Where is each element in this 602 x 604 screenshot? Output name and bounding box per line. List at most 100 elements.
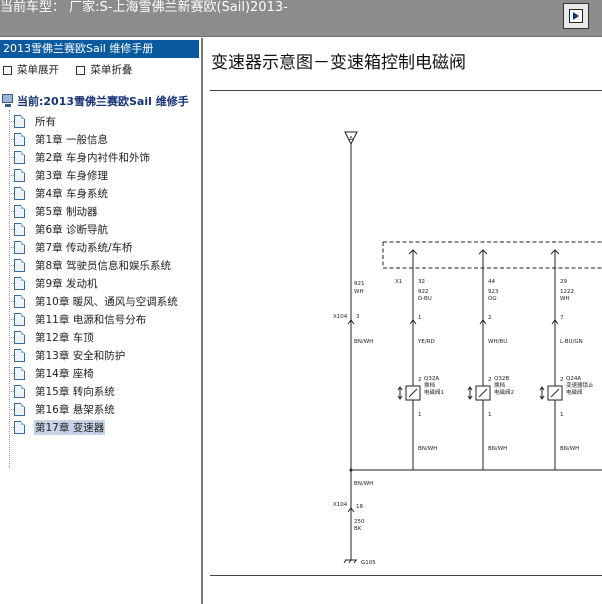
tree-item-label: 第9章 发动机: [35, 277, 98, 290]
tree-item[interactable]: 第8章 驾驶员信息和娱乐系统: [0, 256, 179, 274]
tree-item[interactable]: 第15章 转向系统: [0, 382, 179, 400]
connector-x104-label: X104: [333, 314, 348, 320]
page-title: 变速器示意图－变速箱控制电磁阀: [211, 53, 466, 73]
tree-item-label: 第10章 暖风、通风与空调系统: [35, 295, 178, 308]
document-icon: [14, 204, 25, 218]
branch-wire-color: D-BU: [418, 296, 432, 302]
ground-id-label: G105: [361, 560, 376, 566]
document-icon: [14, 114, 25, 128]
branch-connector: [408, 249, 418, 264]
tree-item[interactable]: 第3章 车身修理: [0, 166, 179, 184]
solenoid-description-2: 电磁阀2: [494, 388, 514, 396]
solenoid-description: 换档: [494, 381, 506, 389]
tree-root[interactable]: 当前:2013雪佛兰赛欧Sail 维修手: [2, 93, 189, 109]
tree-item[interactable]: 第13章 安全和防护: [0, 346, 179, 364]
tree-item-label: 第17章 变速器: [34, 419, 106, 435]
source-wire-number: 921: [354, 281, 365, 287]
x1-pin-label: 29: [560, 279, 567, 285]
solenoid-description-2: 电磁阀: [566, 388, 583, 396]
content-pane: 变速器示意图－变速箱控制电磁阀 A 921 WH X104 3 BN/WH X1 32 922 D…: [203, 38, 602, 604]
vehicle-model-title: 当前车型： 厂家:S-上海雪佛兰新赛欧(Sail)2013-: [0, 0, 288, 15]
tree-item[interactable]: 第7章 传动系统/车桥: [0, 238, 179, 256]
bottom-rule: [210, 575, 602, 576]
tree-item[interactable]: 第4章 车身系统: [0, 184, 179, 202]
menu-controls: 菜单展开 菜单折叠: [3, 62, 146, 77]
solenoid-id: Q24A: [566, 376, 581, 382]
document-icon: [14, 150, 25, 164]
branch-wire-number: 922: [418, 289, 429, 295]
solenoid-direction: [467, 386, 473, 400]
branch-wire-color: OG: [488, 296, 497, 302]
expand-menu-button[interactable]: 菜单展开: [3, 64, 59, 76]
ground-wire-color: BN/WH: [354, 481, 373, 487]
tree-item-label: 第11章 电源和信号分布: [35, 313, 147, 326]
tree-item[interactable]: 所有: [0, 112, 179, 130]
source-wire-color: WH: [354, 289, 364, 295]
branch-x104-pin: 7: [560, 315, 564, 321]
branch-wire-label: L-BU/GN: [560, 339, 583, 345]
solenoid-bottom-pin: 1: [560, 412, 564, 418]
document-icon: [14, 240, 25, 254]
wiring-diagram: A921WHX104 3BN/WHX1 32922D-BU1YE/RD2 Q32A换档…: [333, 131, 602, 566]
tree-item[interactable]: 第14章 座椅: [0, 364, 179, 382]
tree-item[interactable]: 第16章 悬架系统: [0, 400, 179, 418]
branch-output-color: BN/WH: [488, 446, 507, 452]
collapse-icon: [76, 65, 86, 75]
solenoid-top-pin: 2: [418, 377, 422, 383]
solenoid-id: Q32B: [494, 376, 509, 382]
tree-item-label: 第1章 一般信息: [35, 133, 109, 146]
document-icon: [14, 420, 25, 434]
collapse-menu-button[interactable]: 菜单折叠: [76, 64, 132, 76]
document-icon: [14, 186, 25, 200]
junction-dot: [349, 468, 353, 472]
document-icon: [14, 222, 25, 236]
play-button[interactable]: [563, 3, 589, 29]
solenoid-direction: [539, 386, 545, 400]
tree-item[interactable]: 第12章 车顶: [0, 328, 179, 346]
solenoid-bottom-pin: 1: [418, 412, 422, 418]
solenoid-description: 变速器锁止: [566, 381, 594, 389]
branch-x104-pin: 2: [488, 315, 492, 321]
tree-item[interactable]: 第1章 一般信息: [0, 130, 179, 148]
computer-icon: [2, 94, 14, 108]
document-icon: [14, 348, 25, 362]
document-icon: [14, 168, 25, 182]
x1-pin-label: 32: [418, 279, 425, 285]
solenoid-bottom-pin: 1: [488, 412, 492, 418]
branch-wire-color: WH: [560, 296, 570, 302]
tree-item[interactable]: 第9章 发动机: [0, 274, 179, 292]
tree-item[interactable]: 第17章 变速器: [0, 418, 179, 436]
branch-wire-number: 1222: [560, 289, 574, 295]
solenoid-top-pin: 2: [560, 377, 564, 383]
branch-wire-number: 923: [488, 289, 499, 295]
tree-item-label: 第6章 诊断导航: [35, 223, 109, 236]
tree-item[interactable]: 第5章 制动器: [0, 202, 179, 220]
handbook-title[interactable]: 2013雪佛兰赛欧Sail 维修手册: [0, 40, 199, 58]
tree-item[interactable]: 第2章 车身内衬件和外饰: [0, 148, 179, 166]
bus-color-label: BN/WH: [354, 339, 373, 345]
branch-x104-pin: 1: [418, 315, 422, 321]
document-icon: [14, 330, 25, 344]
tree-item-label: 第7章 传动系统/车桥: [35, 241, 133, 254]
branch-wire-label: YE/RD: [417, 339, 435, 345]
document-icon: [14, 258, 25, 272]
solenoid-direction: [397, 386, 403, 400]
branch-output-color: BN/WH: [418, 446, 437, 452]
document-icon: [14, 132, 25, 146]
tree-item[interactable]: 第10章 暖风、通风与空调系统: [0, 292, 179, 310]
document-icon: [14, 384, 25, 398]
sidebar: 2013雪佛兰赛欧Sail 维修手册 菜单展开 菜单折叠 当前:2013雪佛兰赛…: [0, 38, 201, 604]
tree-item[interactable]: 第6章 诊断导航: [0, 220, 179, 238]
branch-connector: [550, 249, 560, 264]
tree-item[interactable]: 第11章 电源和信号分布: [0, 310, 179, 328]
tree-item-label: 所有: [35, 115, 56, 128]
branch-connector: [478, 249, 488, 264]
document-icon: [14, 366, 25, 380]
document-icon: [14, 402, 25, 416]
tree-item-label: 第14章 座椅: [35, 367, 94, 380]
solenoid-id: Q32A: [424, 376, 439, 382]
document-icon: [14, 276, 25, 290]
ground-wire-color-code: BK: [354, 526, 362, 532]
tree-item-label: 第5章 制动器: [35, 205, 98, 218]
branch-output-color: BN/WH: [560, 446, 579, 452]
